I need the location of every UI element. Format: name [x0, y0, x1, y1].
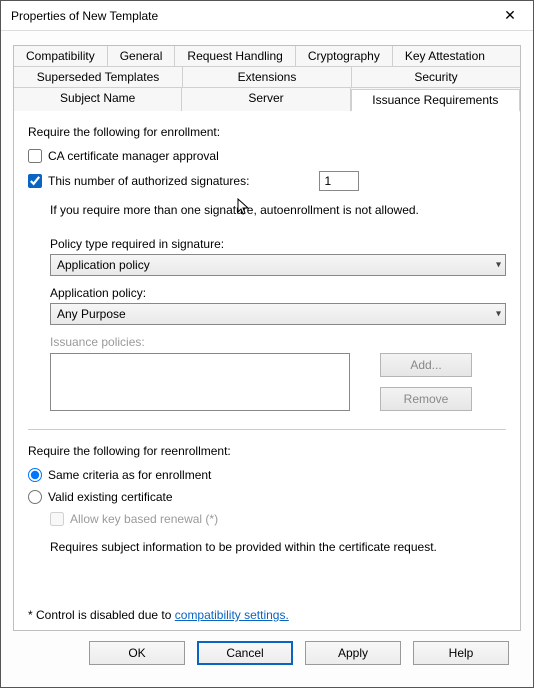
cancel-button[interactable]: Cancel — [197, 641, 293, 665]
allow-key-renewal-checkbox — [50, 512, 64, 526]
close-button[interactable]: ✕ — [495, 2, 525, 30]
tab-panel-issuance-requirements: Require the following for enrollment: CA… — [14, 111, 520, 630]
dialog-window: Properties of New Template ✕ Compatibili… — [0, 0, 534, 688]
apply-button[interactable]: Apply — [305, 641, 401, 665]
tab-cryptography[interactable]: Cryptography — [296, 46, 393, 66]
tab-row-1: Compatibility General Request Handling C… — [14, 46, 520, 67]
issuance-policies-listbox — [50, 353, 350, 411]
tab-request-handling[interactable]: Request Handling — [175, 46, 295, 66]
ok-button[interactable]: OK — [89, 641, 185, 665]
policy-type-combo[interactable]: Application policy ▾ — [50, 254, 506, 276]
reenrollment-section-label: Require the following for reenrollment: — [28, 444, 506, 458]
tab-general[interactable]: General — [108, 46, 176, 66]
allow-key-renewal-row: Allow key based renewal (*) — [50, 512, 506, 526]
client-area: Compatibility General Request Handling C… — [1, 31, 533, 687]
application-policy-value: Any Purpose — [57, 307, 126, 321]
tab-row-3: Subject Name Server Issuance Requirement… — [14, 88, 520, 111]
auth-signatures-checkbox[interactable] — [28, 174, 42, 188]
application-policy-label: Application policy: — [50, 286, 506, 300]
ca-approval-row[interactable]: CA certificate manager approval — [28, 149, 506, 163]
remove-button: Remove — [380, 387, 472, 411]
tab-control: Compatibility General Request Handling C… — [13, 45, 521, 631]
footnote-prefix: * Control is disabled due to — [28, 608, 175, 622]
tab-security[interactable]: Security — [352, 67, 520, 87]
help-button[interactable]: Help — [413, 641, 509, 665]
tab-row-2: Superseded Templates Extensions Security — [14, 67, 520, 88]
close-icon: ✕ — [504, 7, 516, 24]
tab-compatibility[interactable]: Compatibility — [14, 46, 108, 66]
add-button: Add... — [380, 353, 472, 377]
tab-key-attestation[interactable]: Key Attestation — [393, 46, 497, 66]
tab-subject-name[interactable]: Subject Name — [14, 88, 182, 111]
issuance-policies-buttons: Add... Remove — [380, 353, 472, 411]
tab-extensions[interactable]: Extensions — [183, 67, 352, 87]
chevron-down-icon: ▾ — [496, 260, 501, 271]
same-criteria-row[interactable]: Same criteria as for enrollment — [28, 468, 506, 482]
auth-signatures-input[interactable] — [319, 171, 359, 191]
tab-server[interactable]: Server — [182, 88, 350, 111]
allow-key-renewal-label: Allow key based renewal (*) — [70, 512, 218, 526]
auth-signatures-hint: If you require more than one signature, … — [50, 203, 506, 217]
tab-strip: Compatibility General Request Handling C… — [14, 46, 520, 111]
signature-policy-block: Policy type required in signature: Appli… — [50, 231, 506, 411]
dialog-button-bar: OK Cancel Apply Help — [13, 631, 521, 677]
tab-superseded-templates[interactable]: Superseded Templates — [14, 67, 183, 87]
auth-signatures-label: This number of authorized signatures: — [48, 174, 249, 188]
application-policy-combo[interactable]: Any Purpose ▾ — [50, 303, 506, 325]
ca-approval-label: CA certificate manager approval — [48, 149, 219, 163]
same-criteria-radio[interactable] — [28, 468, 42, 482]
issuance-policies-row: Add... Remove — [50, 353, 506, 411]
valid-cert-row[interactable]: Valid existing certificate — [28, 490, 506, 504]
divider — [28, 429, 506, 430]
tab-issuance-requirements[interactable]: Issuance Requirements — [351, 89, 520, 112]
policy-type-value: Application policy — [57, 258, 150, 272]
reenroll-note: Requires subject information to be provi… — [50, 540, 506, 554]
valid-cert-label: Valid existing certificate — [48, 490, 173, 504]
chevron-down-icon: ▾ — [496, 309, 501, 320]
ca-approval-checkbox[interactable] — [28, 149, 42, 163]
issuance-policies-label: Issuance policies: — [50, 335, 506, 349]
enrollment-section-label: Require the following for enrollment: — [28, 125, 506, 139]
window-title: Properties of New Template — [11, 9, 495, 23]
same-criteria-label: Same criteria as for enrollment — [48, 468, 211, 482]
compatibility-settings-link[interactable]: compatibility settings. — [175, 608, 289, 622]
policy-type-label: Policy type required in signature: — [50, 237, 506, 251]
titlebar: Properties of New Template ✕ — [1, 1, 533, 31]
auth-signatures-row: This number of authorized signatures: — [28, 171, 506, 191]
footnote: * Control is disabled due to compatibili… — [28, 588, 506, 622]
valid-cert-radio[interactable] — [28, 490, 42, 504]
